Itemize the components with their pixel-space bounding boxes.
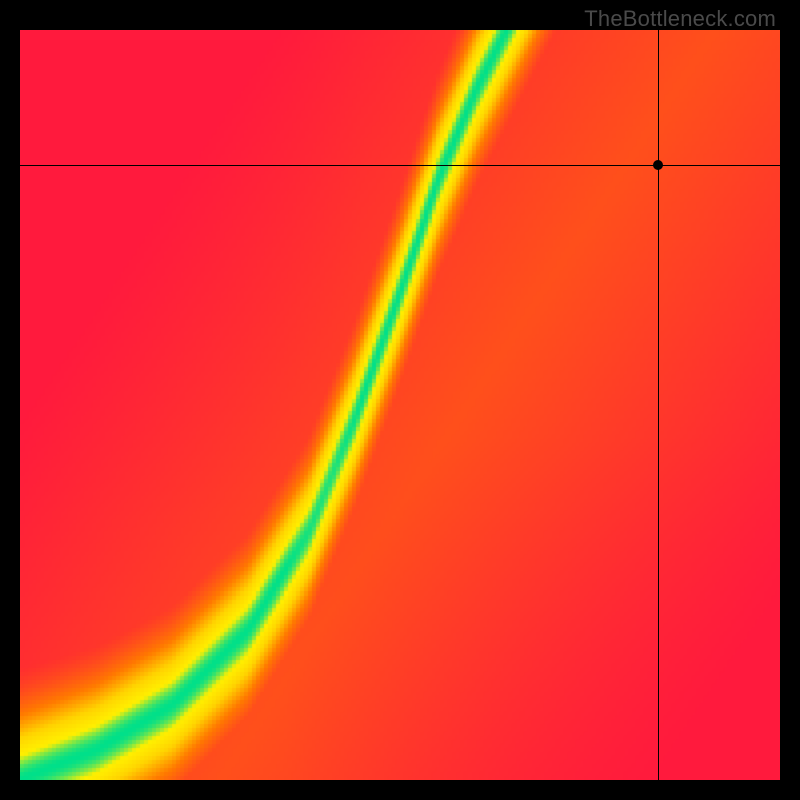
crosshair-vertical — [658, 30, 659, 780]
heatmap-canvas — [20, 30, 780, 780]
heatmap-plot — [20, 30, 780, 780]
watermark-text: TheBottleneck.com — [584, 6, 776, 32]
crosshair-horizontal — [20, 165, 780, 166]
chart-container: TheBottleneck.com — [0, 0, 800, 800]
selection-marker — [653, 160, 663, 170]
